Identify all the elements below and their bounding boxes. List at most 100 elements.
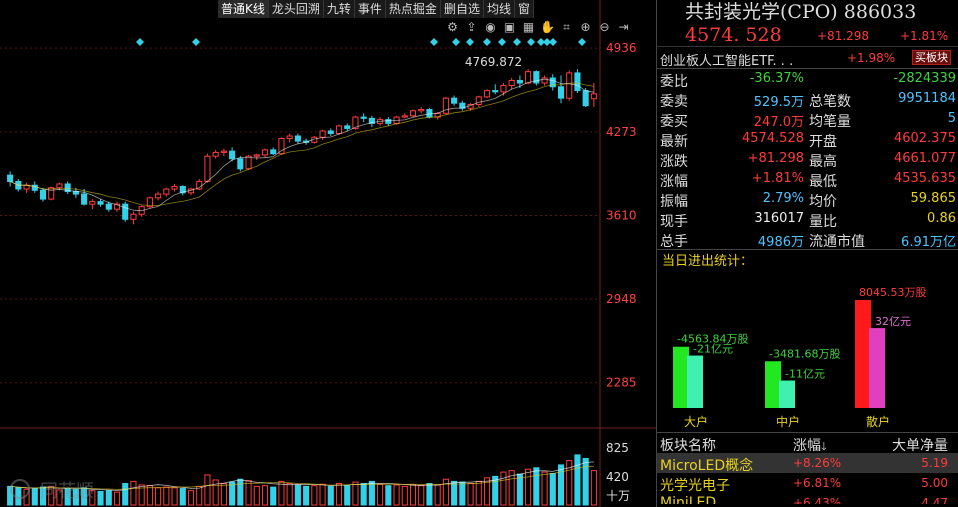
candle-body[interactable] — [105, 203, 112, 210]
candle-body[interactable] — [525, 71, 532, 84]
toolbar-item-1[interactable]: 龙头回溯 — [268, 0, 324, 18]
candle-body[interactable] — [541, 77, 548, 84]
event-marker[interactable] — [527, 38, 535, 46]
volume-tick-label: 420 — [606, 470, 629, 484]
event-marker[interactable] — [578, 38, 586, 46]
candle-body[interactable] — [220, 150, 227, 153]
arrow-right-icon[interactable]: ⇥ — [616, 20, 631, 35]
header-net[interactable]: 大单净量 — [892, 435, 948, 455]
candle-body[interactable] — [122, 203, 129, 220]
event-marker[interactable] — [498, 38, 506, 46]
candle-body[interactable] — [48, 187, 55, 200]
volume-bar — [344, 485, 351, 506]
candle-body[interactable] — [319, 130, 326, 138]
kline-chart[interactable]: 4936 4273 3610 2948 2285 4769.872 825 420 十万 同花顺 — [0, 0, 656, 507]
share-icon[interactable]: ⇪ — [464, 20, 479, 35]
candle-body[interactable] — [204, 155, 211, 182]
candle-body[interactable] — [492, 90, 499, 93]
candle-body[interactable] — [270, 149, 277, 155]
sector-table-row[interactable]: MiniLED +6.43% 4.47 — [657, 493, 958, 504]
flow-bar-amount — [687, 355, 703, 408]
candle-body[interactable] — [229, 150, 236, 160]
header-sector-name[interactable]: 板块名称 — [660, 435, 716, 455]
candle-body[interactable] — [516, 79, 523, 84]
candle-body[interactable] — [130, 213, 137, 220]
candle-body[interactable] — [237, 158, 244, 170]
candle-body[interactable] — [245, 155, 252, 170]
related-etf-row[interactable]: 创业板人工智能ETF. . . +1.98% 买板块 — [657, 46, 958, 69]
candle-body[interactable] — [426, 109, 433, 118]
candle-body[interactable] — [7, 174, 14, 182]
candle-body[interactable] — [574, 72, 581, 92]
grid-icon[interactable]: ▦ — [521, 20, 536, 35]
candle-body[interactable] — [286, 135, 293, 140]
candle-body[interactable] — [81, 193, 88, 205]
bag-icon[interactable]: ▣ — [502, 20, 517, 35]
candle-body[interactable] — [39, 189, 47, 200]
candle-body[interactable] — [327, 130, 334, 134]
candle-body[interactable] — [401, 115, 408, 118]
candle-body[interactable] — [409, 110, 417, 117]
candle-body[interactable] — [500, 85, 507, 93]
volume-bar — [113, 491, 121, 506]
event-marker[interactable] — [430, 38, 438, 46]
candle-body[interactable] — [294, 135, 301, 142]
related-etf-name[interactable]: 创业板人工智能ETF. . . — [660, 50, 793, 69]
price-tick-label: 2948 — [606, 292, 637, 306]
hand-icon[interactable]: ✋ — [540, 20, 555, 35]
event-marker[interactable] — [452, 38, 460, 46]
toolbar-item-4[interactable]: 热点掘金 — [385, 0, 441, 18]
volume-bar — [574, 454, 581, 506]
volume-bar — [393, 484, 400, 506]
candle-body[interactable] — [442, 97, 449, 114]
toolbar-item-2[interactable]: 九转 — [323, 0, 355, 18]
candle-body[interactable] — [335, 125, 343, 134]
candle-body[interactable] — [582, 90, 589, 107]
candle-body[interactable] — [155, 193, 162, 199]
toolbar-item-7[interactable]: 窗 — [514, 0, 534, 18]
candle-body[interactable] — [212, 151, 219, 157]
candle-body[interactable] — [171, 185, 178, 190]
toolbar-item-5[interactable]: 删自选 — [440, 0, 484, 18]
buy-sector-button[interactable]: 买板块 — [912, 50, 951, 65]
sector-table-row[interactable]: MicroLED概念 +8.26% 5.19 — [657, 453, 958, 475]
candle-body[interactable] — [261, 149, 269, 156]
candle-body[interactable] — [360, 116, 367, 119]
gear-icon[interactable]: ⚙ — [445, 20, 460, 35]
sector-name[interactable]: MicroLED概念 — [660, 455, 753, 475]
candle-body[interactable] — [97, 201, 104, 205]
toolbar-item-0[interactable]: 普通K线 — [218, 0, 269, 18]
sector-name[interactable]: MiniLED — [660, 495, 716, 504]
kline-chart-area[interactable]: 4936 4273 3610 2948 2285 4769.872 825 420 十万 同花顺 … — [0, 0, 656, 507]
candle-body[interactable] — [590, 93, 597, 100]
event-marker[interactable] — [483, 38, 491, 46]
volume-bar — [179, 488, 186, 506]
volume-bar — [516, 473, 523, 506]
event-marker[interactable] — [466, 38, 474, 46]
minus-icon[interactable]: ⊖ — [597, 20, 612, 35]
candle-body[interactable] — [418, 109, 425, 112]
candle-body[interactable] — [483, 90, 491, 98]
sector-table-row[interactable]: 光学光电子 +6.81% 5.00 — [657, 473, 958, 495]
sector-name[interactable]: 光学光电子 — [660, 475, 730, 495]
plus-icon[interactable]: ⊕ — [578, 20, 593, 35]
candle-body[interactable] — [56, 183, 63, 189]
candle-body[interactable] — [566, 72, 573, 99]
event-marker[interactable] — [513, 38, 521, 46]
crop-icon[interactable]: ⌗ — [559, 20, 574, 35]
toolbar-item-3[interactable]: 事件 — [354, 0, 386, 18]
candle-body[interactable] — [89, 201, 96, 205]
candle-body[interactable] — [253, 154, 260, 157]
event-marker[interactable] — [192, 38, 200, 46]
candle-body[interactable] — [557, 86, 565, 99]
price-tick-label: 3610 — [606, 209, 637, 223]
candle-body[interactable] — [508, 79, 515, 87]
candle-body[interactable] — [451, 97, 458, 104]
event-marker[interactable] — [549, 38, 557, 46]
volume-bar — [377, 483, 384, 506]
candle-body[interactable] — [344, 125, 351, 129]
eye-icon[interactable]: ◉ — [483, 20, 498, 35]
event-marker[interactable] — [136, 38, 144, 46]
candle-body[interactable] — [163, 188, 170, 195]
toolbar-item-6[interactable]: 均线 — [483, 0, 515, 18]
